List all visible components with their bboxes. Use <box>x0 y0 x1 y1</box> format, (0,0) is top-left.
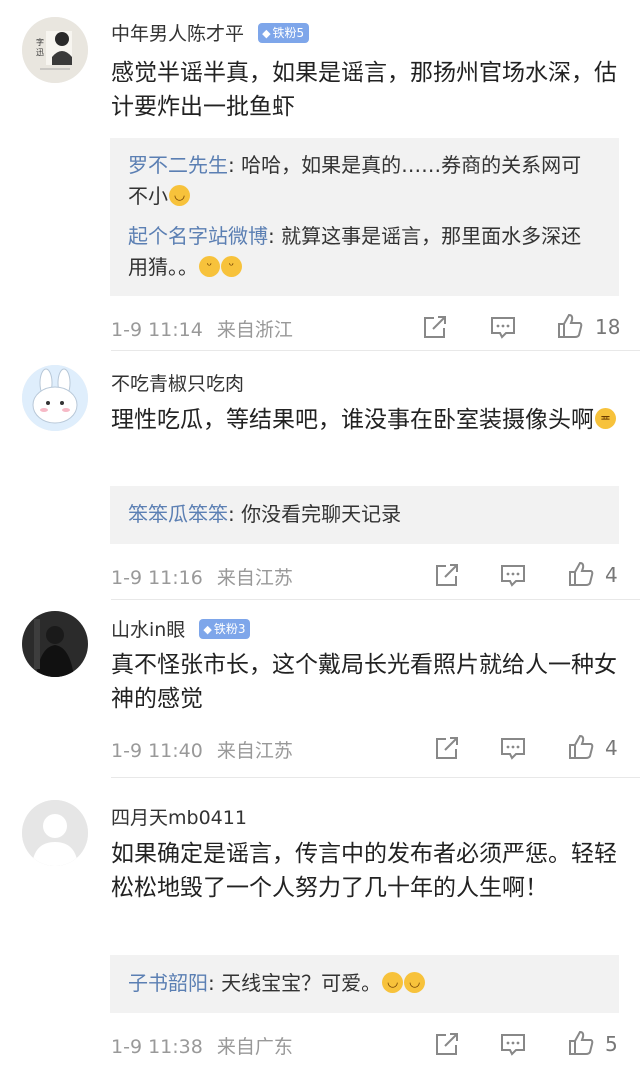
location: 来自浙江 <box>216 319 293 341</box>
share-icon[interactable] <box>432 733 462 763</box>
reply-box[interactable]: 笨笨瓜笨笨: 你没看完聊天记录 <box>110 486 619 544</box>
divider <box>111 599 640 600</box>
reply-colon: : <box>208 971 222 995</box>
comment-icon[interactable] <box>498 1029 528 1059</box>
username-text[interactable]: 四月天mb0411 <box>111 807 247 829</box>
reply-author[interactable]: 罗不二先生 <box>128 153 228 177</box>
svg-text:字: 字 <box>36 37 44 47</box>
location: 来自江苏 <box>216 740 293 762</box>
comment-icon[interactable] <box>498 733 528 763</box>
reply-text: 你没看完聊天记录 <box>241 502 402 526</box>
comment-meta: 1-9 11:14 来自浙江 <box>111 315 307 342</box>
thumbs-up-icon[interactable] <box>566 559 596 589</box>
share-icon[interactable] <box>432 1029 462 1059</box>
username-text[interactable]: 中年男人陈才平 <box>111 23 244 45</box>
tongue-emoji-icon: ᵕ <box>221 256 242 277</box>
reply-box[interactable]: 罗不二先生: 哈哈，如果是真的……券商的关系网可不小 ◡ 起个名字站微博: 就算这… <box>110 138 619 296</box>
comment-icon[interactable] <box>498 560 528 590</box>
comment-text: 感觉半谣半真，如果是谣言，那扬州官场水深，估计要炸出一批鱼虾 <box>111 60 617 120</box>
username-text[interactable]: 不吃青椒只吃肉 <box>111 373 244 395</box>
svg-text:迅: 迅 <box>36 48 44 57</box>
reply-text: 天线宝宝？可爱。 <box>221 971 382 995</box>
sweat-emoji-icon: ≖ <box>595 408 616 429</box>
reply-author[interactable]: 笨笨瓜笨笨 <box>128 502 228 526</box>
location: 来自江苏 <box>216 567 293 589</box>
reply-item[interactable]: 子书韶阳: 天线宝宝？可爱。 ◡ ◡ <box>128 968 601 999</box>
badge-label: 铁粉3 <box>213 621 246 636</box>
username-text[interactable]: 山水in眼 <box>111 619 185 641</box>
reply-colon: : <box>228 502 242 526</box>
username[interactable]: 山水in眼 ◆ 铁粉3 <box>111 615 251 642</box>
comment-meta: 1-9 11:38 来自广东 <box>111 1032 307 1059</box>
thumbs-up-icon[interactable] <box>555 311 585 341</box>
like-count: 4 <box>605 563 618 587</box>
laugh-emoji-icon: ◡ <box>169 185 190 206</box>
like-count: 5 <box>605 1032 618 1056</box>
reply-item[interactable]: 起个名字站微博: 就算这事是谣言，那里面水多深还用猜。。 ᵕ ᵕ <box>128 221 601 283</box>
reply-author[interactable]: 子书韶阳 <box>128 971 208 995</box>
reply-author[interactable]: 起个名字站微博 <box>128 224 268 248</box>
timestamp: 1-9 11:16 <box>111 567 203 589</box>
fan-badge: ◆ 铁粉5 <box>258 22 310 43</box>
divider <box>111 777 640 778</box>
share-icon[interactable] <box>420 312 450 342</box>
like-count: 18 <box>595 315 621 339</box>
fan-badge: ◆ 铁粉3 <box>199 618 251 639</box>
username[interactable]: 中年男人陈才平 ◆ 铁粉5 <box>111 19 310 46</box>
thumbs-up-icon[interactable] <box>566 1028 596 1058</box>
reply-box[interactable]: 子书韶阳: 天线宝宝？可爱。 ◡ ◡ <box>110 955 619 1013</box>
comment-icon[interactable] <box>488 312 518 342</box>
reply-item[interactable]: 罗不二先生: 哈哈，如果是真的……券商的关系网可不小 ◡ <box>128 150 601 212</box>
location: 来自广东 <box>216 1036 293 1058</box>
timestamp: 1-9 11:40 <box>111 740 203 762</box>
diamond-icon: ◆ <box>203 622 212 636</box>
grin-emoji-icon: ◡ <box>382 972 404 993</box>
reply-item[interactable]: 笨笨瓜笨笨: 你没看完聊天记录 <box>128 499 601 530</box>
avatar[interactable] <box>22 611 88 677</box>
avatar[interactable]: 字 迅 <box>22 17 88 83</box>
comment-text: 真不怪张市长，这个戴局长光看照片就给人一种女神的感觉 <box>111 652 617 712</box>
diamond-icon: ◆ <box>262 26 271 40</box>
timestamp: 1-9 11:14 <box>111 319 203 341</box>
username[interactable]: 不吃青椒只吃肉 <box>111 369 244 396</box>
comment-meta: 1-9 11:40 来自江苏 <box>111 736 307 763</box>
tongue-emoji-icon: ᵕ <box>199 256 220 277</box>
thumbs-up-icon[interactable] <box>566 732 596 762</box>
comment-text-content: 理性吃瓜，等结果吧，谁没事在卧室装摄像头啊 <box>111 407 594 433</box>
reply-colon: : <box>268 224 282 248</box>
reply-colon: : <box>228 153 242 177</box>
timestamp: 1-9 11:38 <box>111 1036 203 1058</box>
avatar[interactable] <box>22 365 88 431</box>
comment-meta: 1-9 11:16 来自江苏 <box>111 563 307 590</box>
comment-text: 如果确定是谣言，传言中的发布者必须严惩。轻轻松松地毁了一个人努力了几十年的人生啊… <box>111 841 617 901</box>
grin-emoji-icon: ◡ <box>404 972 426 993</box>
like-count: 4 <box>605 736 618 760</box>
divider <box>111 350 640 351</box>
username[interactable]: 四月天mb0411 <box>111 803 247 830</box>
share-icon[interactable] <box>432 560 462 590</box>
avatar[interactable] <box>22 800 88 866</box>
badge-label: 铁粉5 <box>272 25 305 40</box>
comment-text: 理性吃瓜，等结果吧，谁没事在卧室装摄像头啊 ≖ <box>111 403 623 437</box>
